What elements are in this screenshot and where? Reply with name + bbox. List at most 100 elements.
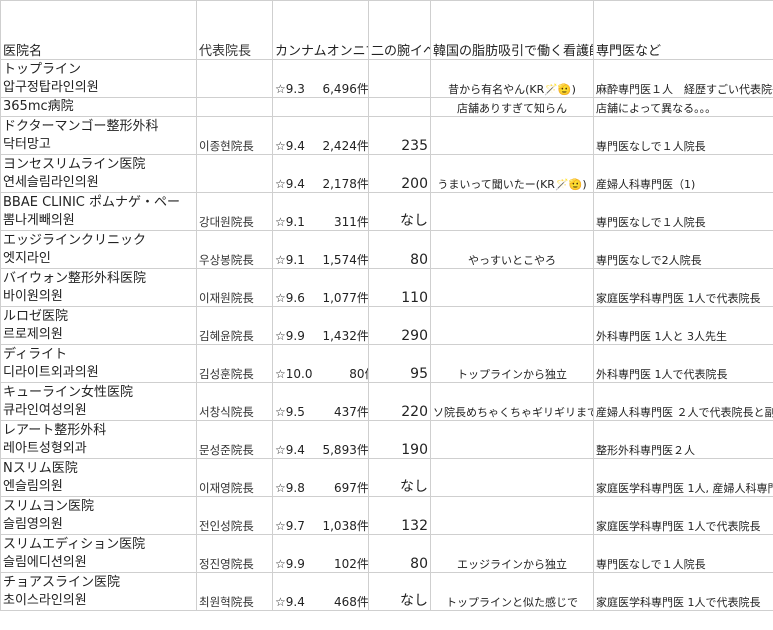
header-memo[interactable]: 韓国の脂肪吸引で働く看護師の後輩に聞いたイメージ＋ただのメモ <box>430 0 594 60</box>
cell-price[interactable]: 190 <box>368 420 431 459</box>
cell-clinic-name[interactable]: レアート整形外科 레아트성형외과 <box>0 420 197 459</box>
cell-specialists[interactable]: 店舗によって異なる。。。 <box>593 97 773 117</box>
cell-reviews[interactable] <box>272 97 369 117</box>
cell-reviews[interactable]: ☆9.6 1,077件 <box>272 268 369 307</box>
cell-clinic-name[interactable]: ルロゼ医院 르로제의원 <box>0 306 197 345</box>
cell-director[interactable]: 우상봉院長 <box>196 230 273 269</box>
cell-reviews[interactable]: ☆9.4 5,893件 <box>272 420 369 459</box>
cell-clinic-name[interactable]: スリムエディション医院 슬림에디션의원 <box>0 534 197 573</box>
clinic-name-ja: レアート整形外科 <box>3 423 107 438</box>
cell-memo[interactable] <box>430 420 594 459</box>
cell-clinic-name[interactable]: キューライン女性医院 큐라인여성의원 <box>0 382 197 421</box>
cell-clinic-name[interactable]: スリムヨン医院 슬림영의원 <box>0 496 197 535</box>
cell-director[interactable]: 전인성院長 <box>196 496 273 535</box>
cell-clinic-name[interactable]: Nスリム医院 엔슬림의원 <box>0 458 197 497</box>
cell-clinic-name[interactable]: チョアスライン医院 초이스라인의원 <box>0 572 197 611</box>
cell-clinic-name[interactable]: エッジラインクリニック 엣지라인 <box>0 230 197 269</box>
cell-specialists[interactable]: 外科専門医 1人で代表院長 <box>593 344 773 383</box>
cell-specialists[interactable]: 家庭医学科専門医 1人で代表院長 <box>593 268 773 307</box>
cell-price[interactable]: 95 <box>368 344 431 383</box>
cell-price[interactable]: 80 <box>368 534 431 573</box>
cell-director[interactable]: 이재영院長 <box>196 458 273 497</box>
cell-reviews[interactable]: ☆9.4 2,178件 <box>272 154 369 193</box>
header-price[interactable]: 二の腕イベント（万ｗ） <box>368 0 431 60</box>
cell-specialists[interactable]: 家庭医学科専門医 1人で代表院長 <box>593 572 773 611</box>
cell-price[interactable]: なし <box>368 458 431 497</box>
cell-clinic-name[interactable]: バイウォン整形外科医院 바이원의원 <box>0 268 197 307</box>
cell-memo[interactable] <box>430 458 594 497</box>
cell-memo[interactable] <box>430 268 594 307</box>
cell-clinic-name[interactable]: ドクターマンゴー整形外科 닥터망고 <box>0 116 197 155</box>
cell-clinic-name[interactable]: BBAE CLINIC ポムナゲ・ペー 뽐나게빼의원 <box>0 192 197 231</box>
cell-memo[interactable]: うまいって聞いたー(KR🪄🫡) <box>430 154 594 193</box>
cell-director[interactable] <box>196 97 273 117</box>
cell-reviews[interactable]: ☆9.1 1,574件 <box>272 230 369 269</box>
cell-memo[interactable]: トップラインから独立 <box>430 344 594 383</box>
cell-memo[interactable]: トップラインと似た感じで <box>430 572 594 611</box>
header-specialists[interactable]: 専門医など <box>593 0 773 60</box>
cell-price[interactable]: 132 <box>368 496 431 535</box>
cell-memo[interactable] <box>430 192 594 231</box>
cell-price[interactable]: 110 <box>368 268 431 307</box>
cell-director[interactable]: 이종현院長 <box>196 116 273 155</box>
cell-specialists[interactable]: 家庭医学科専門医 1人で代表院長 <box>593 496 773 535</box>
cell-memo[interactable]: エッジラインから独立 <box>430 534 594 573</box>
cell-reviews[interactable]: ☆9.7 1,038件 <box>272 496 369 535</box>
cell-specialists[interactable]: 専門医なしで１人院長 <box>593 192 773 231</box>
cell-reviews[interactable]: ☆10.0 80件 <box>272 344 369 383</box>
cell-director[interactable]: 최원혁院長 <box>196 572 273 611</box>
cell-director[interactable] <box>196 59 273 98</box>
cell-price[interactable] <box>368 59 431 98</box>
cell-director[interactable]: 정진영院長 <box>196 534 273 573</box>
cell-memo[interactable] <box>430 116 594 155</box>
header-director[interactable]: 代表院長 <box>196 0 273 60</box>
cell-specialists[interactable]: 産婦人科専門医（1) <box>593 154 773 193</box>
cell-price[interactable]: なし <box>368 572 431 611</box>
cell-clinic-name[interactable]: トップライン 압구정탑라인의원 <box>0 59 197 98</box>
cell-reviews[interactable]: ☆9.9 1,432件 <box>272 306 369 345</box>
cell-reviews[interactable]: ☆9.4 2,424件 <box>272 116 369 155</box>
review-count: 1,432件 <box>322 329 369 343</box>
cell-director[interactable]: 강대원院長 <box>196 192 273 231</box>
cell-clinic-name[interactable]: ディライト 디라이트외과의원 <box>0 344 197 383</box>
cell-specialists[interactable]: 整形外科専門医２人 <box>593 420 773 459</box>
cell-director[interactable]: 서창식院長 <box>196 382 273 421</box>
cell-price[interactable] <box>368 97 431 117</box>
cell-reviews[interactable]: ☆9.8 697件 <box>272 458 369 497</box>
cell-specialists[interactable]: 麻酔専門医１人 経歴すごい代表院長＋４人 <box>593 59 773 98</box>
cell-director[interactable]: 이재원院長 <box>196 268 273 307</box>
cell-specialists[interactable]: 専門医なしで１人院長 <box>593 116 773 155</box>
cell-director[interactable] <box>196 154 273 193</box>
cell-memo[interactable]: やっすいとこやろ <box>430 230 594 269</box>
cell-price[interactable]: なし <box>368 192 431 231</box>
cell-director[interactable]: 김성훈院長 <box>196 344 273 383</box>
cell-memo[interactable]: 昔から有名やん(KR🪄🫡) <box>430 59 594 98</box>
cell-price[interactable]: 235 <box>368 116 431 155</box>
cell-price[interactable]: 220 <box>368 382 431 421</box>
cell-reviews[interactable]: ☆9.5 437件 <box>272 382 369 421</box>
table-row: Nスリム医院 엔슬림의원 이재영院長 ☆9.8 697件 なし 家庭医学科専門医 1人, 産… <box>0 458 773 497</box>
cell-reviews[interactable]: ☆9.1 311件 <box>272 192 369 231</box>
cell-price[interactable]: 80 <box>368 230 431 269</box>
cell-memo[interactable] <box>430 306 594 345</box>
cell-price[interactable]: 200 <box>368 154 431 193</box>
cell-specialists[interactable]: 専門医なしで１人院長 <box>593 534 773 573</box>
cell-memo[interactable]: ソ院長めちゃくちゃギリギリまで取ってくれるうまいって有名やで(KR🪄🫡) <box>430 382 594 421</box>
cell-director[interactable]: 문성준院長 <box>196 420 273 459</box>
cell-specialists[interactable]: 外科専門医 1人と 3人先生 <box>593 306 773 345</box>
cell-clinic-name[interactable]: 365mc病院 <box>0 97 197 117</box>
cell-specialists[interactable]: 産婦人科専門医 ２人で代表院長と副院長 <box>593 382 773 421</box>
cell-reviews[interactable]: ☆9.3 6,496件 <box>272 59 369 98</box>
header-name[interactable]: 医院名 <box>0 0 197 60</box>
cell-reviews[interactable]: ☆9.4 468件 <box>272 572 369 611</box>
cell-reviews[interactable]: ☆9.9 102件 <box>272 534 369 573</box>
rating: ☆9.9 <box>275 329 305 343</box>
cell-specialists[interactable]: 家庭医学科専門医 1人, 産婦人科専門医１人 <box>593 458 773 497</box>
cell-memo[interactable]: 店舗ありすぎて知らん <box>430 97 594 117</box>
cell-price[interactable]: 290 <box>368 306 431 345</box>
cell-memo[interactable] <box>430 496 594 535</box>
header-reviews[interactable]: カンナムオンニでのレビュー件数 <box>272 0 369 60</box>
cell-director[interactable]: 김혜윤院長 <box>196 306 273 345</box>
cell-clinic-name[interactable]: ヨンセスリムライン医院 연세슬림라인의원 <box>0 154 197 193</box>
cell-specialists[interactable]: 専門医なしで2人院長 <box>593 230 773 269</box>
